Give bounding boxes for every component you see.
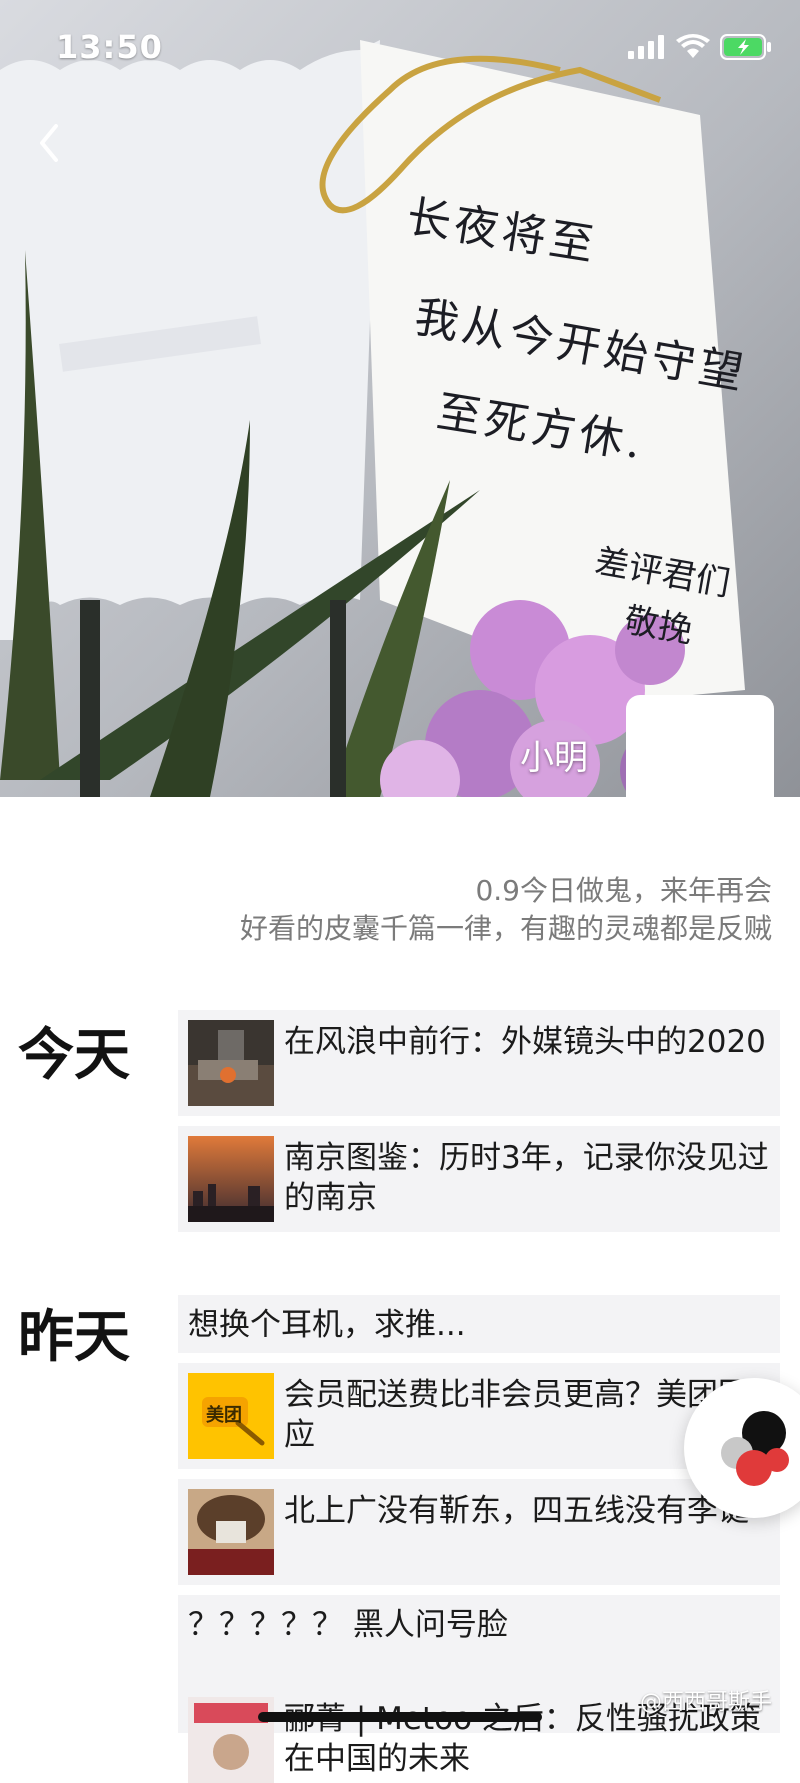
- post-title: 北上广没有靳东，四五线没有李诞: [284, 1493, 749, 1529]
- meituan-logo-icon: 美团: [188, 1373, 274, 1459]
- status-time: 13:50: [56, 28, 163, 66]
- moment-post[interactable]: 在风浪中前行：外媒镜头中的2020: [178, 1010, 780, 1116]
- floating-app-bubble[interactable]: [684, 1378, 800, 1518]
- moment-post[interactable]: 南京图鉴：历时3年，记录你没见过的南京: [178, 1126, 780, 1232]
- meituan-logo-text: 美团: [206, 1405, 242, 1426]
- cover-photo[interactable]: 长夜将至 我从今开始守望 至死方休. 差评君们 敬挽: [0, 0, 800, 797]
- event-photo-icon: [188, 1697, 274, 1783]
- status-icons: [628, 34, 772, 60]
- post-title: ？？？？？ 黑人问号脸: [188, 1607, 508, 1643]
- post-title: 在风浪中前行：外媒镜头中的2020: [284, 1024, 766, 1060]
- day-label-yesterday: 昨天: [18, 1305, 130, 1370]
- back-button[interactable]: [30, 118, 70, 168]
- day-label-today: 今天: [18, 1023, 130, 1088]
- post-title: 想换个耳机，求推...: [188, 1307, 466, 1343]
- cover-illustration: [0, 40, 745, 797]
- avatar[interactable]: [626, 695, 774, 843]
- chevron-left-icon: [40, 124, 58, 162]
- battery-charging-icon: [720, 34, 771, 60]
- profile-signature: 0.9今日做鬼，来年再会 好看的皮囊千篇一律，有趣的灵魂都是反贼: [240, 872, 772, 948]
- status-bar: 13:50: [0, 0, 800, 96]
- profile-nickname[interactable]: 小明: [520, 730, 588, 779]
- app-logo-icon: [721, 1411, 789, 1486]
- watermark: @西西哥斯手: [639, 1690, 772, 1715]
- portrait-photo-icon: [188, 1489, 274, 1575]
- moment-post[interactable]: 想换个耳机，求推...: [178, 1295, 780, 1353]
- news-photo-icon: [188, 1020, 274, 1106]
- home-indicator[interactable]: [258, 1712, 542, 1722]
- post-title: 南京图鉴：历时3年，记录你没见过的南京: [284, 1140, 769, 1216]
- cellular-signal-icon: [628, 35, 664, 59]
- signature-line-2: 好看的皮囊千篇一律，有趣的灵魂都是反贼: [239, 912, 772, 945]
- moment-post[interactable]: 北上广没有靳东，四五线没有李诞: [178, 1479, 780, 1585]
- wifi-icon: [676, 34, 710, 58]
- signature-line-1: 0.9今日做鬼，来年再会: [475, 874, 772, 907]
- city-skyline-icon: [188, 1136, 274, 1222]
